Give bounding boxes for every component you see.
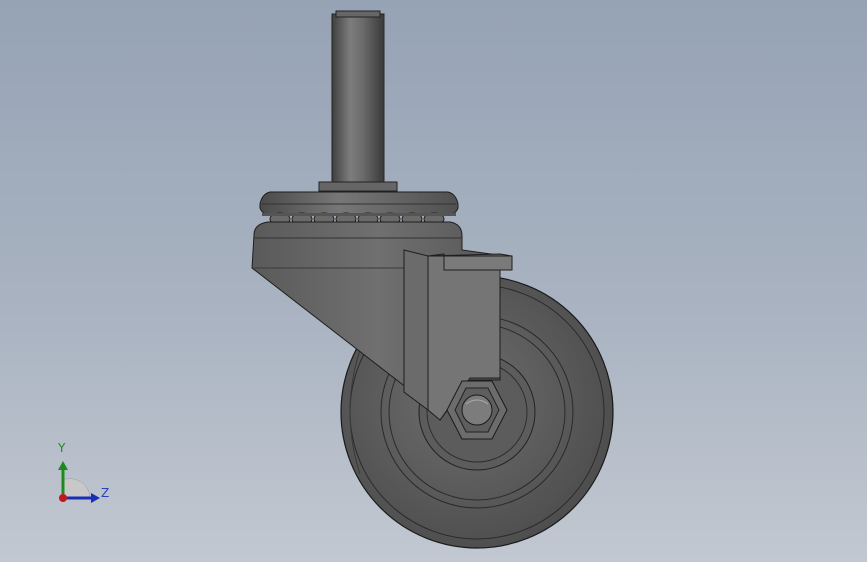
stem-shaft[interactable] [331, 10, 385, 187]
graphics-viewport[interactable]: Y Z [0, 0, 867, 562]
triad-plane [62, 478, 91, 498]
z-axis-arrow [91, 493, 100, 503]
coordinate-triad: Y Z [50, 440, 120, 510]
x-axis-dot [59, 494, 67, 502]
y-axis-label: Y [58, 441, 66, 455]
z-axis-label: Z [101, 486, 110, 500]
y-axis-arrow [58, 461, 68, 470]
stem-collar[interactable] [318, 181, 398, 192]
upper-raceway[interactable] [259, 191, 459, 216]
caster-model[interactable] [0, 0, 867, 562]
